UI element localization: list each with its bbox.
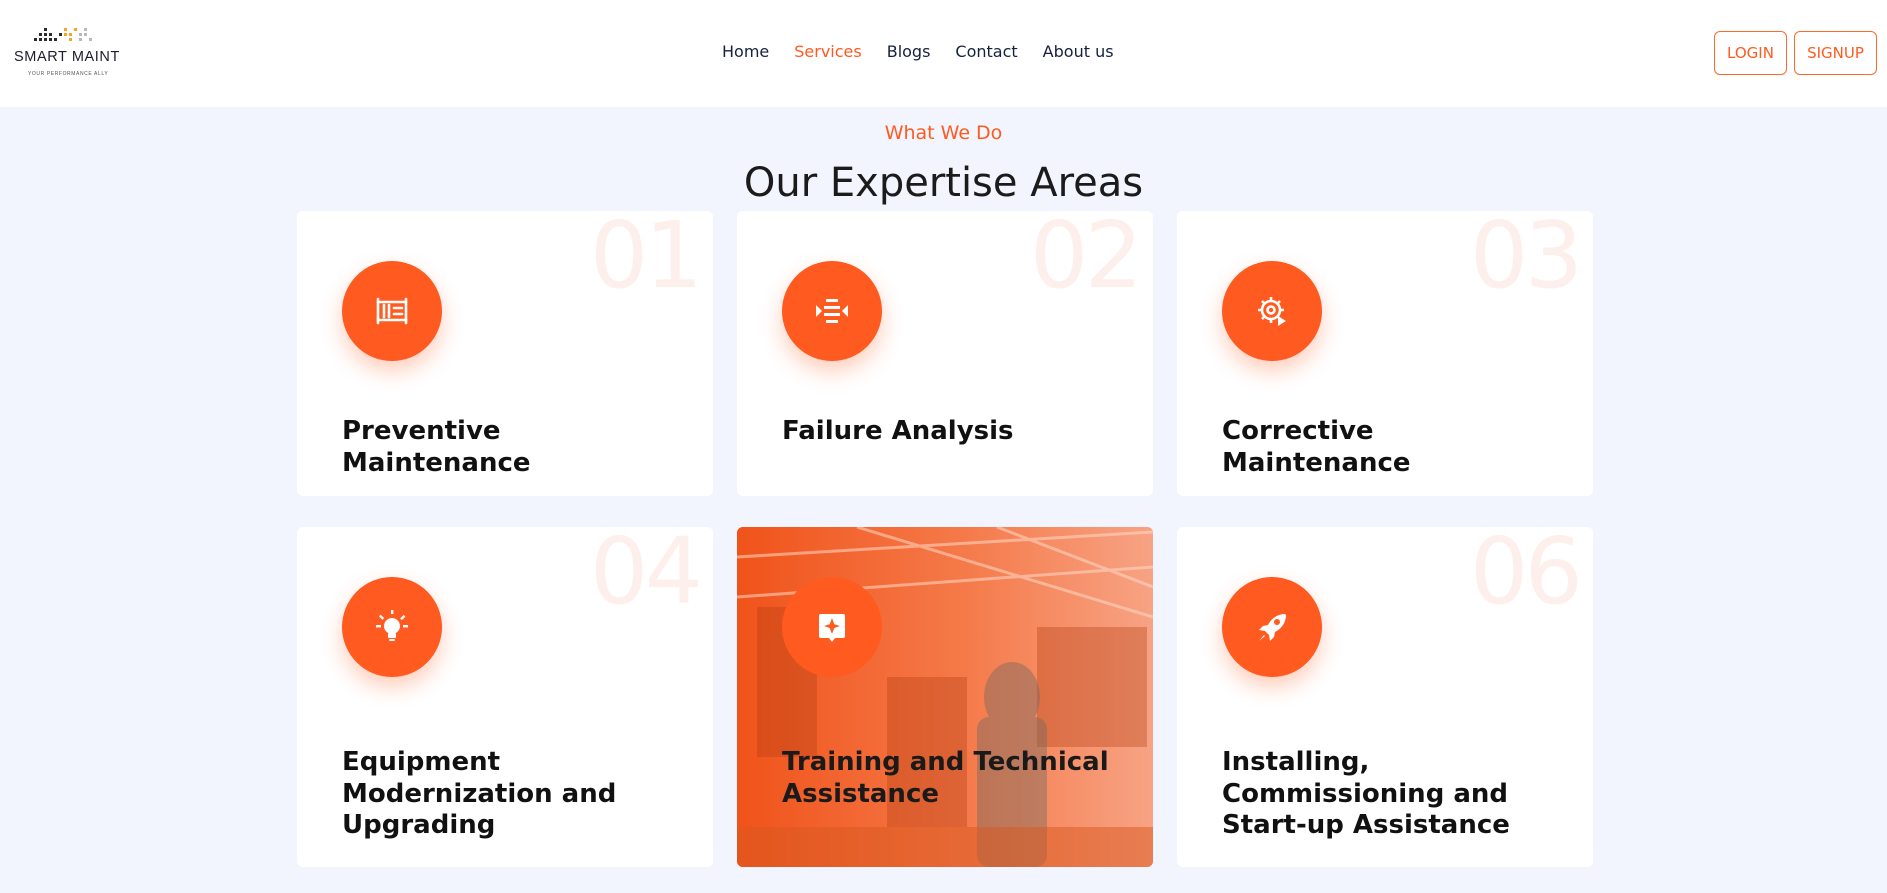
service-card-training-assistance[interactable]: Training and Technical Assistance [737,527,1153,867]
service-card-corrective-maintenance[interactable]: 03 Corrective Maintenance [1177,211,1593,496]
signup-button[interactable]: SIGNUP [1794,31,1877,75]
tools-rack-icon [342,261,442,361]
card-title: Installing, Commissioning and Start-up A… [1222,747,1510,841]
brand-logo[interactable]: SMART MAINT YOUR PERFORMANCE ALLY [12,22,122,82]
card-title: Training and Technical Assistance [782,747,1109,809]
card-number: 01 [589,211,703,309]
service-card-equipment-modernization[interactable]: 04 Equipment Modernization and Upgrading [297,527,713,867]
brand-tagline: YOUR PERFORMANCE ALLY [28,71,109,77]
factory-worker-photo [737,527,1153,867]
card-number: 03 [1469,211,1583,309]
nav-services[interactable]: Services [794,42,861,61]
service-card-installing-commissioning[interactable]: 06 Installing, Commissioning and Start-u… [1177,527,1593,867]
nav-blogs[interactable]: Blogs [887,42,931,61]
card-number: 02 [1029,211,1143,309]
lightbulb-icon [342,577,442,677]
analysis-list-icon [782,261,882,361]
nav-home[interactable]: Home [722,42,769,61]
card-title: Preventive Maintenance [342,416,531,478]
nav-about-us[interactable]: About us [1043,42,1114,61]
gear-play-icon [1222,261,1322,361]
nav-contact[interactable]: Contact [955,42,1017,61]
logo-dots-icon [34,28,92,41]
sparkle-badge-icon [782,577,882,677]
section-title: Our Expertise Areas [743,160,1144,206]
card-number: 04 [589,527,703,625]
card-title: Failure Analysis [782,416,1014,446]
site-header: SMART MAINT YOUR PERFORMANCE ALLY Home S… [0,0,1887,107]
section-eyebrow: What We Do [884,122,1003,144]
card-title: Equipment Modernization and Upgrading [342,747,617,841]
rocket-icon [1222,577,1322,677]
login-button[interactable]: LOGIN [1714,31,1787,75]
main-nav: Home Services Blogs Contact About us [722,42,1114,61]
brand-name: SMART MAINT [14,49,120,65]
service-card-preventive-maintenance[interactable]: 01 Preventive Maintenance [297,211,713,496]
card-title: Corrective Maintenance [1222,416,1411,478]
service-card-failure-analysis[interactable]: 02 Failure Analysis [737,211,1153,496]
card-number: 06 [1469,527,1583,625]
